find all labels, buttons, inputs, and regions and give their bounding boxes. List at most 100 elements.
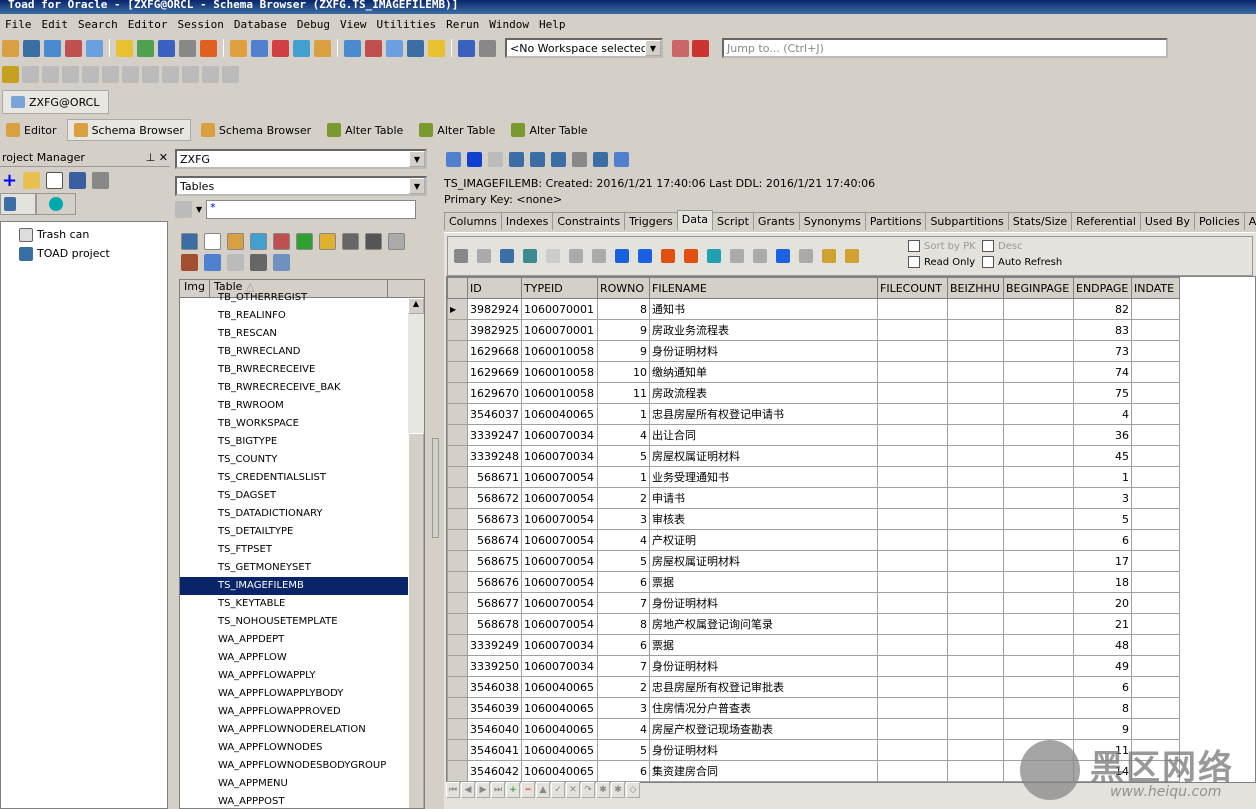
cell-indate[interactable] xyxy=(1131,613,1180,635)
scroll-up-icon[interactable]: ▲ xyxy=(408,298,424,314)
toolbar-icon[interactable] xyxy=(82,65,99,83)
cell-id[interactable]: 568673 xyxy=(467,508,522,530)
table-row[interactable]: 3339248 1060070034 5 房屋权属证明材料 45 xyxy=(447,445,1180,467)
cell-id[interactable]: 3339248 xyxy=(467,445,522,467)
schema-action-icon[interactable] xyxy=(250,254,267,271)
cell-beginpage[interactable] xyxy=(1003,361,1074,383)
table-row[interactable]: 568672 1060070054 2 申请书 3 xyxy=(447,487,1180,509)
row-indicator[interactable] xyxy=(447,571,468,593)
cell-id[interactable]: 1629668 xyxy=(467,340,522,362)
tab-database[interactable] xyxy=(36,193,76,215)
cell-filecount[interactable] xyxy=(877,760,948,782)
row-indicator[interactable] xyxy=(447,550,468,572)
toolbar-icon[interactable] xyxy=(65,39,82,57)
cell-rowno[interactable]: 8 xyxy=(597,298,650,320)
tab-alter-table[interactable]: Alter Table xyxy=(413,120,501,140)
cell-filecount[interactable] xyxy=(877,445,948,467)
table-list-item[interactable]: WA_APPDEPT xyxy=(180,631,408,649)
cell-beizhhu[interactable] xyxy=(947,361,1004,383)
cell-indate[interactable] xyxy=(1131,340,1180,362)
cell-id[interactable]: 3339250 xyxy=(467,655,522,677)
cell-endpage[interactable]: 21 xyxy=(1073,613,1132,635)
cell-beizhhu[interactable] xyxy=(947,508,1004,530)
column-header-filename[interactable]: FILENAME xyxy=(649,277,878,299)
table-row[interactable]: 1629668 1060010058 9 身份证明材料 73 xyxy=(447,340,1180,362)
nav-button[interactable]: ⏮ xyxy=(446,782,460,798)
cell-typeid[interactable]: 1060070034 xyxy=(521,655,598,677)
table-row[interactable]: 568678 1060070054 8 房地产权属登记询问笔录 21 xyxy=(447,613,1180,635)
table-list-item[interactable]: WA_APPFLOWAPPROVED xyxy=(180,703,408,721)
column-header-rowno[interactable]: ROWNO xyxy=(597,277,650,299)
cell-beginpage[interactable] xyxy=(1003,676,1074,698)
cell-filecount[interactable] xyxy=(877,592,948,614)
cell-endpage[interactable]: 1 xyxy=(1073,466,1132,488)
table-row[interactable]: 3339250 1060070034 7 身份证明材料 49 xyxy=(447,655,1180,677)
save-icon[interactable] xyxy=(69,171,87,189)
cell-filecount[interactable] xyxy=(877,382,948,404)
schema-action-icon[interactable] xyxy=(296,233,313,250)
cell-rowno[interactable]: 8 xyxy=(597,613,650,635)
cell-id[interactable]: 3546042 xyxy=(467,760,522,782)
cell-indate[interactable] xyxy=(1131,466,1180,488)
toolbar-icon[interactable] xyxy=(2,65,19,83)
cell-filename[interactable]: 票据 xyxy=(649,571,878,593)
table-list-item[interactable]: WA_APPFLOWNODERELATION xyxy=(180,721,408,739)
cell-beginpage[interactable] xyxy=(1003,634,1074,656)
table-row[interactable]: 568676 1060070054 6 票据 18 xyxy=(447,571,1180,593)
cell-filename[interactable]: 房屋产权登记现场查勘表 xyxy=(649,718,878,740)
row-indicator[interactable] xyxy=(447,319,468,341)
cell-id[interactable]: 3546037 xyxy=(467,403,522,425)
table-row[interactable]: 568671 1060070054 1 业务受理通知书 1 xyxy=(447,466,1180,488)
schema-select[interactable]: ZXFG ▼ xyxy=(175,149,427,169)
toolbar-icon[interactable] xyxy=(365,39,382,57)
tab-partitions[interactable]: Partitions xyxy=(864,212,927,230)
cell-beginpage[interactable] xyxy=(1003,424,1074,446)
cell-rowno[interactable]: 6 xyxy=(597,760,650,782)
cell-indate[interactable] xyxy=(1131,319,1180,341)
nav-button[interactable]: ◀ xyxy=(461,782,475,798)
row-indicator[interactable] xyxy=(447,487,468,509)
cell-beizhhu[interactable] xyxy=(947,424,1004,446)
tab-grants[interactable]: Grants xyxy=(752,212,800,230)
toolbar-icon[interactable] xyxy=(122,65,139,83)
toolbar-icon[interactable] xyxy=(86,39,103,57)
detail-toolbar-icon[interactable] xyxy=(467,151,482,167)
open-folder-icon[interactable] xyxy=(23,171,41,189)
chevron-down-icon[interactable]: ▼ xyxy=(409,178,425,194)
detail-toolbar-icon[interactable] xyxy=(509,151,524,167)
cell-endpage[interactable]: 9 xyxy=(1073,718,1132,740)
cell-indate[interactable] xyxy=(1131,508,1180,530)
menu-edit[interactable]: Edit xyxy=(37,18,74,31)
cell-filecount[interactable] xyxy=(877,529,948,551)
cell-typeid[interactable]: 1060070054 xyxy=(521,592,598,614)
tab-script[interactable]: Script xyxy=(712,212,754,230)
schema-action-icon[interactable] xyxy=(227,254,244,271)
toolbar-icon[interactable] xyxy=(293,39,310,57)
cell-indate[interactable] xyxy=(1131,676,1180,698)
nav-button[interactable]: ✓ xyxy=(551,782,565,798)
cell-beginpage[interactable] xyxy=(1003,403,1074,425)
tab-used-by[interactable]: Used By xyxy=(1139,212,1196,230)
toolbar-icon[interactable] xyxy=(2,39,19,57)
table-list-item[interactable]: TS_COUNTY xyxy=(180,451,408,469)
schema-action-icon[interactable] xyxy=(388,233,405,250)
menu-view[interactable]: View xyxy=(335,18,372,31)
cell-typeid[interactable]: 1060040065 xyxy=(521,676,598,698)
cell-filename[interactable]: 产权证明 xyxy=(649,529,878,551)
cell-filename[interactable]: 住房情况分户普查表 xyxy=(649,697,878,719)
row-indicator[interactable] xyxy=(447,718,468,740)
cell-filename[interactable]: 票据 xyxy=(649,634,878,656)
cell-typeid[interactable]: 1060070054 xyxy=(521,571,598,593)
tab-policies[interactable]: Policies xyxy=(1194,212,1245,230)
cell-beginpage[interactable] xyxy=(1003,655,1074,677)
row-indicator[interactable] xyxy=(447,529,468,551)
data-toolbar-icon[interactable] xyxy=(454,249,468,263)
cell-typeid[interactable]: 1060010058 xyxy=(521,382,598,404)
cell-filecount[interactable] xyxy=(877,550,948,572)
nav-button[interactable]: ✕ xyxy=(566,782,580,798)
cell-filename[interactable]: 集资建房合同 xyxy=(649,760,878,782)
cell-endpage[interactable]: 6 xyxy=(1073,676,1132,698)
filter-icon[interactable] xyxy=(175,201,192,218)
cell-beizhhu[interactable] xyxy=(947,760,1004,782)
cell-beizhhu[interactable] xyxy=(947,655,1004,677)
